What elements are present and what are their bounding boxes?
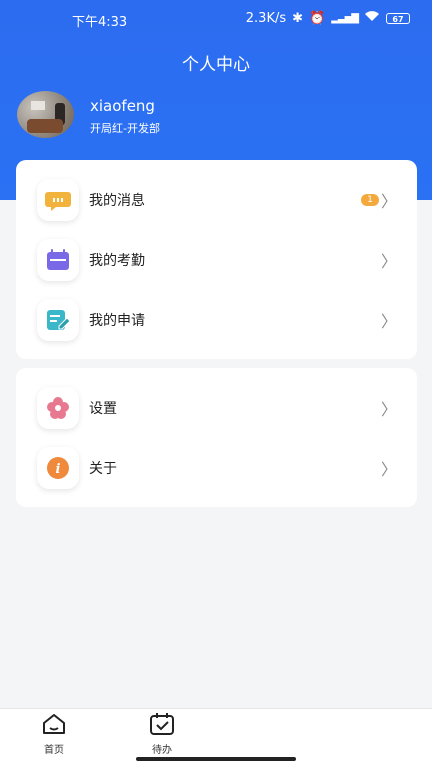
menu-item-label: 关于 — [89, 461, 117, 477]
menu-item-about[interactable]: i 关于 〉 — [16, 443, 417, 493]
battery-icon: 67 — [386, 12, 410, 24]
signal-icon: ▂▃▅▇ — [331, 12, 359, 24]
wifi-icon — [364, 10, 380, 26]
bluetooth-icon: ✱ — [292, 10, 304, 26]
svg-text:i: i — [56, 462, 61, 477]
user-department: 开局红-开发部 — [90, 122, 160, 135]
avatar[interactable] — [17, 91, 74, 138]
home-indicator — [136, 757, 296, 761]
message-icon — [37, 179, 79, 221]
menu-item-label: 我的消息 — [89, 193, 145, 209]
tab-home[interactable]: 首页 — [34, 713, 74, 756]
chevron-right-icon: 〉 — [380, 460, 397, 479]
menu-card-secondary: 设置 〉 i 关于 〉 — [16, 368, 417, 507]
home-icon — [43, 714, 65, 734]
flower-settings-icon — [37, 387, 79, 429]
menu-card-main: 我的消息 1 〉 我的考勤 〉 我的申请 〉 — [16, 160, 417, 359]
chevron-right-icon: 〉 — [380, 192, 397, 211]
menu-item-applications[interactable]: 我的申请 〉 — [16, 295, 417, 345]
calendar-icon — [37, 239, 79, 281]
network-speed: 2.3K/s — [245, 10, 287, 26]
edit-doc-icon — [37, 299, 79, 341]
menu-item-settings[interactable]: 设置 〉 — [16, 383, 417, 433]
menu-item-messages[interactable]: 我的消息 1 〉 — [16, 175, 417, 225]
todo-calendar-icon — [150, 713, 174, 735]
username: xiaofeng — [90, 97, 155, 115]
menu-item-label: 我的考勤 — [89, 253, 145, 269]
menu-item-attendance[interactable]: 我的考勤 〉 — [16, 235, 417, 285]
info-icon: i — [37, 447, 79, 489]
tab-label: 待办 — [152, 745, 172, 756]
alarm-icon: ⏰ — [309, 10, 326, 26]
unread-badge: 1 — [361, 194, 379, 206]
chevron-right-icon: 〉 — [380, 252, 397, 271]
chevron-right-icon: 〉 — [380, 312, 397, 331]
tab-label: 首页 — [44, 745, 64, 756]
tab-todo[interactable]: 待办 — [142, 713, 182, 756]
chevron-right-icon: 〉 — [380, 400, 397, 419]
menu-item-label: 设置 — [89, 401, 117, 417]
menu-item-label: 我的申请 — [89, 313, 145, 329]
status-icons: 2.3K/s ✱ ⏰ ▂▃▅▇ 67 — [246, 10, 410, 26]
page-title: 个人中心 — [182, 55, 250, 75]
status-time: 下午4:33 — [72, 15, 128, 30]
status-bar: 下午4:33 2.3K/s ✱ ⏰ ▂▃▅▇ 67 — [0, 0, 432, 36]
